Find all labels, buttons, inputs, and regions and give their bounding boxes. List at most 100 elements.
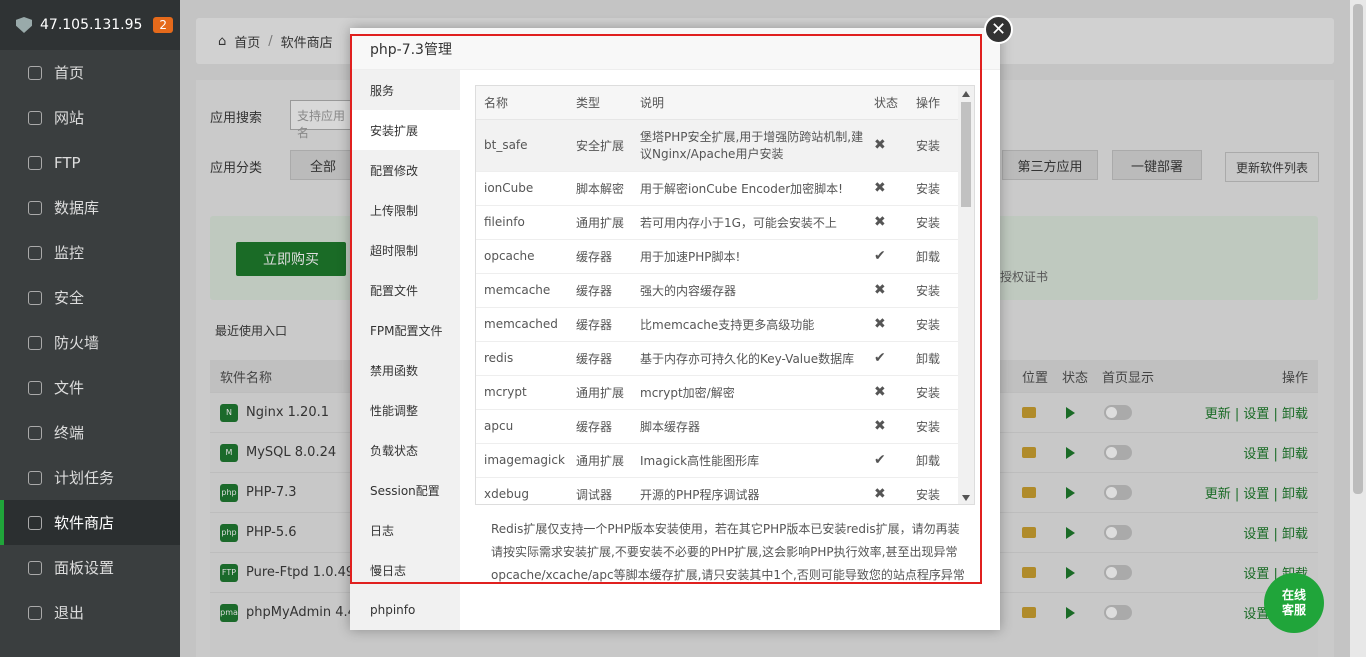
- grid-icon: [28, 515, 42, 530]
- category-all-button[interactable]: 全部: [290, 150, 356, 180]
- col-ext-status: 状态: [866, 86, 908, 120]
- sidebar-item-1[interactable]: 网站: [0, 95, 180, 140]
- sidebar-item-5[interactable]: 安全: [0, 275, 180, 320]
- breadcrumb-home[interactable]: 首页: [234, 32, 260, 51]
- dialog-menu-item[interactable]: FPM配置文件: [350, 310, 460, 350]
- extension-status: ✖: [866, 171, 908, 206]
- sidebar-item-0[interactable]: 首页: [0, 50, 180, 95]
- homepage-toggle[interactable]: [1104, 525, 1132, 540]
- category-deploy-button[interactable]: 一键部署: [1112, 150, 1202, 180]
- page-scrollbar-thumb[interactable]: [1353, 4, 1363, 494]
- software-icon: php: [220, 523, 238, 542]
- buy-button[interactable]: 立即购买: [236, 242, 346, 276]
- extension-op-link[interactable]: 安装: [908, 307, 960, 342]
- extension-desc: mcrypt加密/解密: [632, 375, 866, 410]
- update-list-button[interactable]: 更新软件列表: [1225, 152, 1319, 182]
- software-ops[interactable]: 更新 | 设置 | 卸载: [1205, 483, 1308, 502]
- sidebar-item-8[interactable]: 终端: [0, 410, 180, 455]
- dialog-menu-item[interactable]: 禁用函数: [350, 350, 460, 390]
- software-name[interactable]: Pure-Ftpd 1.0.49: [246, 565, 354, 580]
- dialog-menu-item[interactable]: 配置修改: [350, 150, 460, 190]
- dialog-menu-item[interactable]: phpinfo: [350, 590, 460, 630]
- extension-op-link[interactable]: 卸载: [908, 443, 960, 478]
- calendar-icon: [28, 470, 42, 485]
- page-scrollbar[interactable]: [1350, 0, 1366, 657]
- software-name-cell: php PHP-5.6: [220, 523, 297, 542]
- folder-icon[interactable]: [1022, 527, 1036, 538]
- software-name[interactable]: MySQL 8.0.24: [246, 445, 336, 460]
- server-shield-icon: [16, 17, 32, 33]
- chat-line2: 客服: [1281, 603, 1306, 617]
- extension-op-link[interactable]: 安装: [908, 205, 960, 240]
- dialog-menu-item[interactable]: 性能调整: [350, 390, 460, 430]
- scroll-down-arrow-icon[interactable]: [962, 495, 970, 501]
- play-icon[interactable]: [1066, 606, 1075, 619]
- extension-row: fileinfo 通用扩展 若可用内存小于1G，可能会安装不上 ✖ 安装: [476, 205, 960, 240]
- close-icon[interactable]: ✕: [984, 15, 1013, 44]
- homepage-toggle[interactable]: [1104, 565, 1132, 580]
- software-ops[interactable]: 更新 | 设置 | 卸载: [1205, 403, 1308, 422]
- dialog-menu-item[interactable]: 日志: [350, 510, 460, 550]
- software-ops[interactable]: 设置 | 卸载: [1243, 443, 1308, 462]
- software-name[interactable]: phpMyAdmin 4.4: [246, 605, 356, 620]
- software-name[interactable]: Nginx 1.20.1: [246, 405, 329, 420]
- sidebar-item-11[interactable]: 面板设置: [0, 545, 180, 590]
- play-icon[interactable]: [1066, 406, 1075, 419]
- extension-op-link[interactable]: 卸载: [908, 341, 960, 376]
- software-name[interactable]: PHP-5.6: [246, 525, 297, 540]
- scroll-up-arrow-icon[interactable]: [962, 91, 970, 97]
- play-icon[interactable]: [1066, 566, 1075, 579]
- sidebar-item-9[interactable]: 计划任务: [0, 455, 180, 500]
- extension-op-link[interactable]: 安装: [908, 375, 960, 410]
- dialog-menu-item[interactable]: 超时限制: [350, 230, 460, 270]
- dialog-menu-item[interactable]: 负载状态: [350, 430, 460, 470]
- extension-op-link[interactable]: 安装: [908, 409, 960, 444]
- homepage-toggle[interactable]: [1104, 485, 1132, 500]
- extension-op-link[interactable]: 安装: [908, 171, 960, 206]
- folder-icon[interactable]: [1022, 607, 1036, 618]
- folder-icon[interactable]: [1022, 407, 1036, 418]
- monitor-icon: [28, 245, 42, 260]
- sidebar-item-10[interactable]: 软件商店: [0, 500, 180, 545]
- note-item: opcache/xcache/apc等脚本缓存扩展,请只安装其中1个,否则可能导…: [491, 564, 975, 587]
- folder-icon[interactable]: [1022, 567, 1036, 578]
- sidebar-item-2[interactable]: FTP: [0, 140, 180, 185]
- homepage-toggle[interactable]: [1104, 445, 1132, 460]
- dialog-menu-item[interactable]: Session配置: [350, 470, 460, 510]
- extension-op-link[interactable]: 安装: [908, 119, 960, 172]
- folder-icon[interactable]: [1022, 447, 1036, 458]
- sidebar-item-6[interactable]: 防火墙: [0, 320, 180, 365]
- extension-scrollbar[interactable]: [958, 86, 974, 504]
- extension-status: ✖: [866, 307, 908, 342]
- online-support-button[interactable]: 在线 客服: [1264, 573, 1324, 633]
- dialog-menu-item[interactable]: 配置文件: [350, 270, 460, 310]
- dialog-menu-item[interactable]: 慢日志: [350, 550, 460, 590]
- sidebar-item-3[interactable]: 数据库: [0, 185, 180, 230]
- extension-op-link[interactable]: 安装: [908, 273, 960, 308]
- extension-desc: 堡塔PHP安全扩展,用于增强防跨站机制,建议Nginx/Apache用户安装: [632, 119, 866, 172]
- homepage-toggle[interactable]: [1104, 405, 1132, 420]
- extension-scrollbar-thumb[interactable]: [961, 102, 971, 207]
- extension-row: apcu 缓存器 脚本缓存器 ✖ 安装: [476, 409, 960, 444]
- dialog-menu-item[interactable]: 安装扩展: [350, 110, 460, 150]
- software-name[interactable]: PHP-7.3: [246, 485, 297, 500]
- extension-op-link[interactable]: 卸载: [908, 239, 960, 274]
- sidebar-item-7[interactable]: 文件: [0, 365, 180, 410]
- dialog-menu-item[interactable]: 服务: [350, 70, 460, 110]
- play-icon[interactable]: [1066, 526, 1075, 539]
- extension-name: mcrypt: [476, 375, 568, 410]
- sidebar-item-4[interactable]: 监控: [0, 230, 180, 275]
- play-icon[interactable]: [1066, 486, 1075, 499]
- sidebar-item-12[interactable]: 退出: [0, 590, 180, 635]
- sidebar-item-label: 面板设置: [54, 559, 115, 577]
- software-ops[interactable]: 设置 | 卸载: [1243, 523, 1308, 542]
- chat-line1: 在线: [1281, 588, 1306, 602]
- play-icon[interactable]: [1066, 446, 1075, 459]
- logout-icon: [28, 605, 42, 620]
- homepage-toggle[interactable]: [1104, 605, 1132, 620]
- folder-icon[interactable]: [1022, 487, 1036, 498]
- notification-badge[interactable]: 2: [153, 17, 173, 33]
- dialog-menu-item[interactable]: 上传限制: [350, 190, 460, 230]
- extension-op-link[interactable]: 安装: [908, 477, 960, 504]
- category-third-party-button[interactable]: 第三方应用: [1002, 150, 1098, 180]
